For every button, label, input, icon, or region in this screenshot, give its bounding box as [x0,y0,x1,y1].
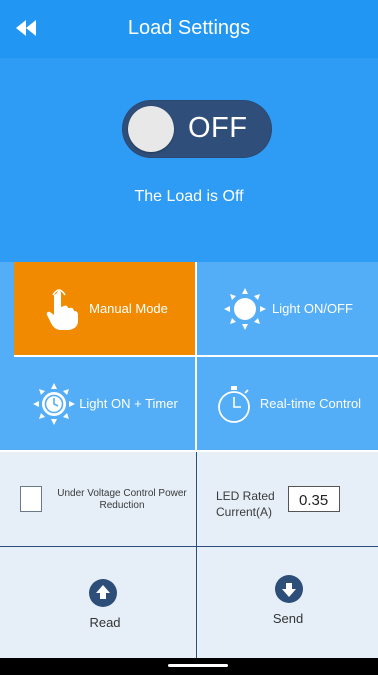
page-title: Load Settings [127,17,251,39]
load-status-text: The Load is Off [134,188,244,205]
led-current-label: LED Rated Current(A) [216,489,275,519]
upload-arrow-icon [89,579,117,607]
hand-tap-icon [46,288,79,330]
toggle-label: OFF [188,112,248,144]
divider-horizontal [0,546,378,547]
led-current-input[interactable] [288,486,340,512]
mode-light-timer-label: Light ON + Timer [79,396,178,411]
sun-clock-icon [33,382,76,425]
send-button[interactable] [274,574,314,614]
under-voltage-label: Under Voltage Control Power Reduction [57,488,187,511]
system-nav-bar [0,658,378,675]
mode-light-timer-button[interactable]: Light ON + Timer [14,357,195,450]
stopwatch-icon [218,385,250,423]
read-label: Read [89,615,121,630]
home-gesture-handle[interactable] [168,664,228,667]
app-header: Load Settings [0,0,378,58]
mode-light-onoff-label: Light ON/OFF [272,301,353,316]
settings-panel [0,452,378,658]
mode-realtime-label: Real-time Control [259,396,362,411]
under-voltage-checkbox[interactable] [20,486,42,512]
divider-vertical [196,452,197,658]
mode-manual-button[interactable]: Manual Mode [14,262,195,355]
grid-edge [0,262,14,450]
mode-manual-label: Manual Mode [89,301,168,316]
toggle-knob[interactable] [128,106,174,152]
load-toggle-switch[interactable]: OFF [122,100,272,158]
mode-light-onoff-button[interactable]: Light ON/OFF [197,262,378,355]
mode-realtime-button[interactable]: Real-time Control [197,357,378,450]
download-arrow-icon [275,575,303,603]
sun-icon [224,287,267,330]
read-button[interactable] [88,578,128,618]
load-status-panel: OFF The Load is Off [0,58,378,262]
send-label: Send [272,611,304,626]
